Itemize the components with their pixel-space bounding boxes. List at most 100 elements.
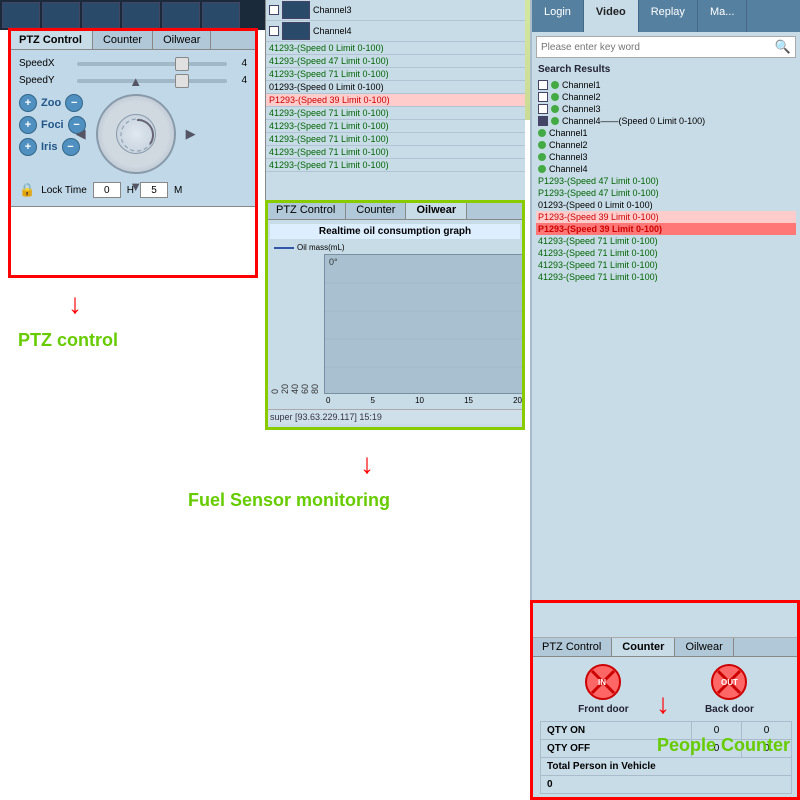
pc-tab-ptz[interactable]: PTZ Control: [532, 638, 612, 656]
lock-h-input[interactable]: [93, 182, 121, 198]
front-door-col: IN Front door: [578, 663, 629, 715]
right-ch1[interactable]: Channel1: [536, 79, 796, 91]
right-green1[interactable]: P1293-(Speed 47 Limit 0-100): [536, 175, 796, 187]
nav-tabs: Login Video Replay Ma...: [532, 0, 800, 32]
joystick-left-arrow[interactable]: ◀: [76, 126, 86, 142]
right-red2[interactable]: P1293-(Speed 39 Limit 0-100): [536, 223, 796, 235]
ptz-content: SpeedX 4 SpeedY 4 + Zoo − +: [9, 50, 257, 206]
fuel-tab-oilwear[interactable]: Oilwear: [406, 201, 467, 219]
middle-item1[interactable]: 41293-(Speed 0 Limit 0-100): [266, 42, 525, 55]
middle-item6[interactable]: 41293-(Speed 71 Limit 0-100): [266, 107, 525, 120]
middle-item5[interactable]: P1293-(Speed 39 Limit 0-100): [266, 94, 525, 107]
middle-item7[interactable]: 41293-(Speed 71 Limit 0-100): [266, 120, 525, 133]
right-ch4[interactable]: Channel4——(Speed 0 Limit 0-100): [536, 115, 796, 127]
right-green4[interactable]: 41293-(Speed 71 Limit 0-100): [536, 247, 796, 259]
speedx-row: SpeedX 4: [19, 58, 247, 69]
rch1-label: Channel1: [562, 80, 601, 90]
middle-item10[interactable]: 41293-(Speed 71 Limit 0-100): [266, 159, 525, 172]
speedx-track[interactable]: [77, 62, 227, 66]
focus-plus-btn[interactable]: +: [19, 116, 37, 134]
fuel-status: super [93.63.229.117] 15:19: [266, 409, 524, 424]
tab-oilwear[interactable]: Oilwear: [153, 31, 211, 49]
speedy-val: 4: [233, 75, 247, 86]
rch1-check[interactable]: [538, 80, 548, 90]
video-thumb-1[interactable]: [2, 2, 40, 28]
joystick-down-arrow[interactable]: ▼: [129, 179, 142, 194]
ch4-name: Channel4: [313, 26, 352, 36]
speedy-track[interactable]: [77, 79, 227, 83]
right-green2[interactable]: P1293-(Speed 47 Limit 0-100): [536, 187, 796, 199]
right-sub1[interactable]: Channel1: [536, 127, 796, 139]
ptz-tab-bar: PTZ Control Counter Oilwear: [9, 31, 257, 50]
ch3-checkbox[interactable]: [269, 5, 279, 15]
zoom-label: Zoo: [41, 97, 61, 109]
tab-ptz[interactable]: PTZ Control: [9, 31, 93, 49]
people-counter-table: QTY ON 0 0 QTY OFF 0 0 Total Person in V…: [540, 721, 792, 794]
iris-plus-btn[interactable]: +: [19, 138, 37, 156]
total-person-row: Total Person in Vehicle: [541, 758, 792, 776]
rch2-check[interactable]: [538, 92, 548, 102]
middle-item4[interactable]: 01293-(Speed 0 Limit 0-100): [266, 81, 525, 94]
right-green6[interactable]: 41293-(Speed 71 Limit 0-100): [536, 271, 796, 283]
joystick-up-arrow[interactable]: ▲: [129, 74, 142, 89]
speedy-thumb[interactable]: [175, 74, 189, 88]
total-label: Total Person in Vehicle: [541, 758, 792, 776]
video-thumb-4[interactable]: [122, 2, 160, 28]
focus-label: Foci: [41, 119, 64, 131]
nav-login[interactable]: Login: [532, 0, 584, 32]
ptz-joystick[interactable]: ▲ ▼ ◀ ▶: [96, 94, 176, 174]
svg-text:IN: IN: [598, 678, 606, 687]
fuel-tab-counter[interactable]: Counter: [346, 201, 406, 219]
zoom-minus-btn[interactable]: −: [65, 94, 83, 112]
right-ch3[interactable]: Channel3: [536, 103, 796, 115]
right-ch2[interactable]: Channel2: [536, 91, 796, 103]
search-input[interactable]: [541, 42, 775, 53]
rch4-check[interactable]: [538, 116, 548, 126]
lock-m-input[interactable]: [140, 182, 168, 198]
svg-text:OUT: OUT: [721, 678, 738, 687]
rsub1-dot: [538, 129, 546, 137]
right-green5[interactable]: 41293-(Speed 71 Limit 0-100): [536, 259, 796, 271]
legend-label: Oil mass(mL): [297, 243, 345, 252]
rsub3-dot: [538, 153, 546, 161]
rch3-check[interactable]: [538, 104, 548, 114]
middle-item2[interactable]: 41293-(Speed 47 Limit 0-100): [266, 55, 525, 68]
rch3-label: Channel3: [562, 104, 601, 114]
nav-map[interactable]: Ma...: [698, 0, 747, 32]
middle-item3[interactable]: 41293-(Speed 71 Limit 0-100): [266, 68, 525, 81]
total-value-row: 0: [541, 776, 792, 794]
search-icon[interactable]: 🔍: [775, 39, 791, 55]
right-sub3[interactable]: Channel3: [536, 151, 796, 163]
ch4-checkbox[interactable]: [269, 26, 279, 36]
zoom-plus-btn[interactable]: +: [19, 94, 37, 112]
graph-legend: Oil mass(mL): [270, 243, 520, 252]
video-thumb-3[interactable]: [82, 2, 120, 28]
fuel-tab-ptz[interactable]: PTZ Control: [266, 201, 346, 219]
back-door-col: OUT Back door: [705, 663, 754, 715]
pc-tab-oilwear[interactable]: Oilwear: [675, 638, 733, 656]
joystick-right-arrow[interactable]: ▶: [186, 126, 196, 142]
speedx-val: 4: [233, 58, 247, 69]
speedy-label: SpeedY: [19, 75, 71, 86]
tab-counter[interactable]: Counter: [93, 31, 153, 49]
middle-item9[interactable]: 41293-(Speed 71 Limit 0-100): [266, 146, 525, 159]
right-normal1[interactable]: 01293-(Speed 0 Limit 0-100): [536, 199, 796, 211]
nav-replay[interactable]: Replay: [639, 0, 698, 32]
right-sub2[interactable]: Channel2: [536, 139, 796, 151]
video-thumb-6[interactable]: [202, 2, 240, 28]
video-thumb-2[interactable]: [42, 2, 80, 28]
speedx-thumb[interactable]: [175, 57, 189, 71]
right-red1[interactable]: P1293-(Speed 39 Limit 0-100): [536, 211, 796, 223]
pc-label: People Counter: [657, 735, 790, 756]
middle-ch-channel4[interactable]: Channel4: [266, 21, 525, 42]
right-sub4[interactable]: Channel4: [536, 163, 796, 175]
video-thumb-5[interactable]: [162, 2, 200, 28]
middle-ch-channel3[interactable]: Channel3: [266, 0, 525, 21]
lock-m-unit: M: [174, 185, 182, 196]
nav-video[interactable]: Video: [584, 0, 639, 32]
pc-tab-counter[interactable]: Counter: [612, 638, 675, 656]
middle-item8[interactable]: 41293-(Speed 71 Limit 0-100): [266, 133, 525, 146]
right-green3[interactable]: 41293-(Speed 71 Limit 0-100): [536, 235, 796, 247]
speedx-label: SpeedX: [19, 58, 71, 69]
right-panel: Login Video Replay Ma... 🔍 Search Result…: [530, 0, 800, 800]
